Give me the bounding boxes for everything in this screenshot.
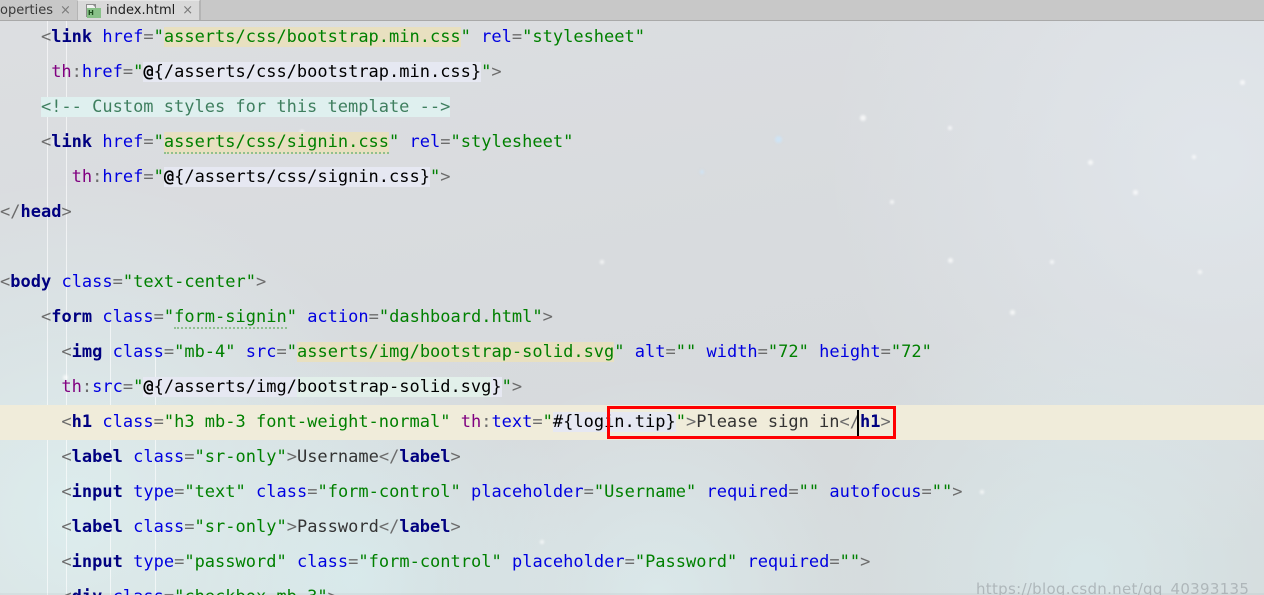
code-line[interactable]: <body class="text-center"> (0, 265, 1264, 300)
code-line[interactable]: <input type="password" class="form-contr… (0, 545, 1264, 580)
code-line[interactable]: </head> (0, 195, 1264, 230)
watermark: https://blog.csdn.net/qq_40393135 (976, 580, 1250, 595)
code-line[interactable]: <img class="mb-4" src="asserts/img/boots… (0, 335, 1264, 370)
tab-bar-filler (200, 0, 1264, 20)
code-editor-window: operties × H index.html × <link href="as… (0, 0, 1264, 595)
code-line[interactable]: th:href="@{/asserts/css/bootstrap.min.cs… (0, 55, 1264, 90)
close-icon[interactable]: × (60, 4, 71, 17)
code-line[interactable]: <form class="form-signin" action="dashbo… (0, 300, 1264, 335)
code-line[interactable]: th:href="@{/asserts/css/signin.css}"> (0, 160, 1264, 195)
tab-properties[interactable]: operties × (0, 0, 77, 20)
code-line[interactable]: <link href="asserts/css/signin.css" rel=… (0, 125, 1264, 160)
tab-index-html[interactable]: H index.html × (76, 0, 201, 20)
tab-properties-label: operties (0, 2, 54, 18)
code-line[interactable]: <!-- Custom styles for this template --> (0, 90, 1264, 125)
code-line[interactable]: <label class="sr-only">Username</label> (0, 440, 1264, 475)
editor-text-area[interactable]: <link href="asserts/css/bootstrap.min.cs… (0, 20, 1264, 595)
close-icon[interactable]: × (182, 4, 193, 17)
editor-tab-bar: operties × H index.html × (0, 0, 1264, 21)
code-line[interactable]: th:src="@{/asserts/img/bootstrap-solid.s… (0, 370, 1264, 405)
code-line[interactable]: <input type="text" class="form-control" … (0, 475, 1264, 510)
tab-index-html-label: index.html (105, 3, 176, 18)
code-line[interactable]: <label class="sr-only">Password</label> (0, 510, 1264, 545)
code-line[interactable]: <link href="asserts/css/bootstrap.min.cs… (0, 20, 1264, 55)
code-line[interactable] (0, 230, 1264, 265)
html-file-icon: H (85, 3, 101, 18)
code-content: <link href="asserts/css/bootstrap.min.cs… (0, 20, 1264, 595)
code-line-active[interactable]: <h1 class="h3 mb-3 font-weight-normal" t… (0, 405, 1264, 440)
text-caret (857, 410, 859, 436)
